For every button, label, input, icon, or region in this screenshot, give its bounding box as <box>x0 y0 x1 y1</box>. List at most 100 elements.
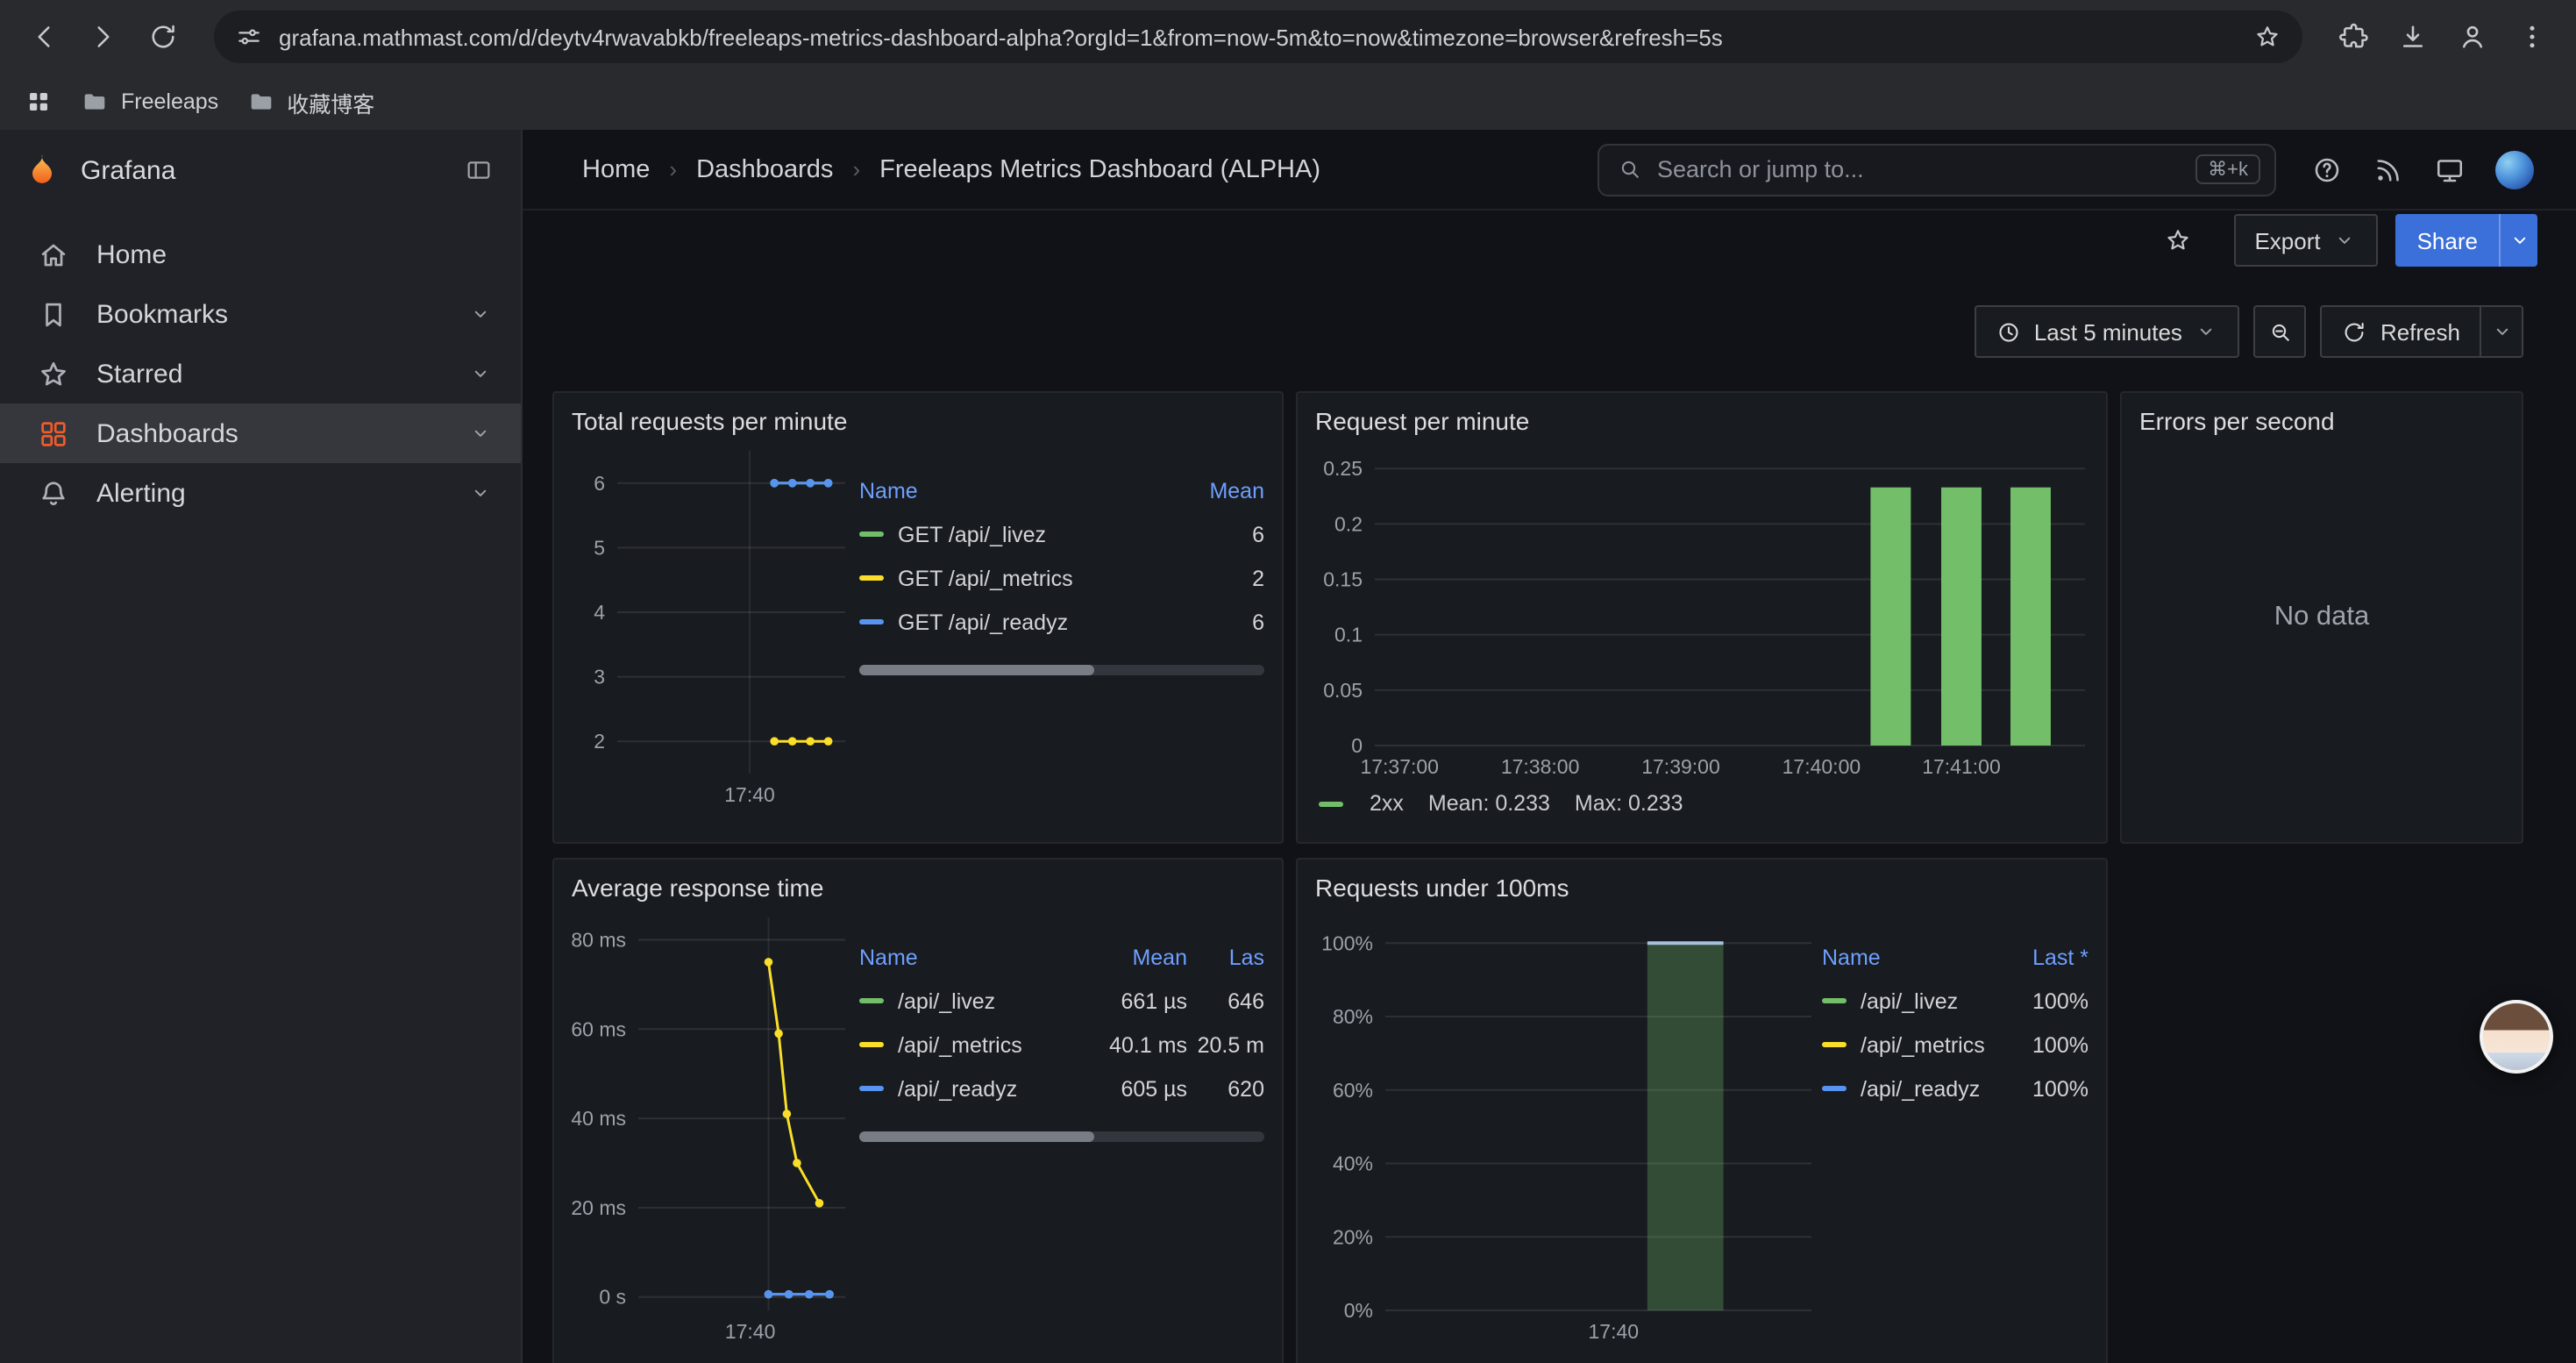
url-text[interactable]: grafana.mathmast.com/d/deytv4rwavabkb/fr… <box>279 24 2238 50</box>
panel-title[interactable]: Average response time <box>572 868 1264 907</box>
sidebar-item-home[interactable]: Home <box>0 225 521 284</box>
series-name: GET /api/_metrics <box>898 566 1073 590</box>
extension-avatar-overlay[interactable] <box>2480 1000 2553 1074</box>
monitor-icon[interactable] <box>2434 153 2466 185</box>
url-bar[interactable]: grafana.mathmast.com/d/deytv4rwavabkb/fr… <box>214 11 2302 63</box>
share-button[interactable]: Share <box>2396 214 2499 267</box>
scrollbar-thumb[interactable] <box>859 1131 1094 1142</box>
panel-title[interactable]: Total requests per minute <box>572 402 1264 440</box>
reload-icon <box>147 21 179 53</box>
legend-stat-mean: Mean: 0.233 <box>1428 791 1550 816</box>
sidebar-item-label: Dashboards <box>96 418 238 448</box>
legend-row[interactable]: GET /api/_readyz6 <box>859 600 1264 644</box>
legend-row[interactable]: /api/_metrics100% <box>1822 1023 2089 1067</box>
series-name: /api/_readyz <box>1861 1076 1980 1101</box>
scrollbar-thumb[interactable] <box>859 665 1094 675</box>
legend-row[interactable]: /api/_livez100% <box>1822 979 2089 1023</box>
bookmark-folder-blogs[interactable]: 收藏博客 <box>246 85 374 118</box>
legend-scrollbar[interactable] <box>859 665 1264 675</box>
svg-text:0.15: 0.15 <box>1323 568 1363 591</box>
refresh-interval-dropdown[interactable] <box>2481 305 2523 358</box>
back-icon <box>28 21 60 53</box>
panel-title[interactable]: Request per minute <box>1315 402 2089 440</box>
bookmark-label: 收藏博客 <box>287 85 374 118</box>
legend-header[interactable]: Name <box>859 478 1159 503</box>
rss-icon[interactable] <box>2373 153 2404 185</box>
extensions-button[interactable] <box>2327 11 2380 63</box>
series-color-swatch <box>1319 801 1343 806</box>
sidebar-item-bookmarks[interactable]: Bookmarks <box>0 284 521 344</box>
share-dropdown-button[interactable] <box>2499 214 2537 267</box>
svg-text:0 s: 0 s <box>599 1286 626 1309</box>
legend-cell: 40.1 ms <box>1078 1032 1187 1057</box>
chevron-down-icon[interactable] <box>468 421 493 446</box>
downloads-button[interactable] <box>2387 11 2439 63</box>
legend-row[interactable]: /api/_readyz605 µs620 <box>859 1067 1264 1110</box>
series-color-swatch <box>859 532 884 537</box>
breadcrumb-home[interactable]: Home <box>582 155 650 183</box>
chevron-down-icon[interactable] <box>468 302 493 326</box>
folder-icon <box>81 88 109 116</box>
sidebar-item-alerting[interactable]: Alerting <box>0 463 521 523</box>
legend-header[interactable]: Name <box>1822 945 1990 969</box>
sidebar-item-label: Alerting <box>96 478 186 508</box>
legend-row[interactable]: /api/_livez661 µs646 <box>859 979 1264 1023</box>
svg-text:60 ms: 60 ms <box>572 1017 626 1040</box>
legend-scrollbar[interactable] <box>859 1131 1264 1142</box>
legend-cell: 20.5 m <box>1187 1032 1264 1057</box>
legend-cell: /api/_readyz <box>1822 1076 1990 1101</box>
legend-stat-max: Max: 0.233 <box>1575 791 1683 816</box>
sidebar-item-starred[interactable]: Starred <box>0 344 521 403</box>
series-name: /api/_metrics <box>898 1032 1022 1057</box>
chevron-down-icon[interactable] <box>468 361 493 386</box>
favorite-star-icon[interactable] <box>2163 226 2191 254</box>
collapse-sidebar-icon[interactable] <box>465 156 493 184</box>
series-color-swatch <box>1822 1042 1847 1047</box>
legend-header[interactable]: Mean <box>1159 478 1264 503</box>
forward-button[interactable] <box>77 11 130 63</box>
export-button[interactable]: Export <box>2233 214 2378 267</box>
time-range-picker[interactable]: Last 5 minutes <box>1975 305 2240 358</box>
bookmark-folder-freeleaps[interactable]: Freeleaps <box>81 88 218 116</box>
apps-grid-icon[interactable] <box>25 88 53 116</box>
legend-table: NameLast * /api/_livez100%/api/_metrics10… <box>1822 935 2089 1349</box>
request-per-minute-chart[interactable]: 0.250.20.150.10.05017:37:0017:38:0017:39… <box>1315 440 2089 784</box>
browser-menu-button[interactable] <box>2506 11 2558 63</box>
legend-row[interactable]: GET /api/_metrics2 <box>859 556 1264 600</box>
average-response-time-chart[interactable]: 80 ms60 ms40 ms20 ms0 s17:40 <box>572 907 849 1349</box>
total-requests-chart[interactable]: 6543217:40 <box>572 440 849 812</box>
breadcrumb-dashboards[interactable]: Dashboards <box>696 155 833 183</box>
legend-header[interactable]: Name <box>859 945 1078 969</box>
legend-inline: 2xx Mean: 0.233 Max: 0.233 <box>1315 791 2089 816</box>
legend-row[interactable]: GET /api/_livez6 <box>859 512 1264 556</box>
sidebar-item-dashboards[interactable]: Dashboards <box>0 403 521 463</box>
help-icon[interactable] <box>2311 153 2343 185</box>
legend-item-2xx[interactable]: 2xx <box>1319 791 1404 816</box>
chevron-down-icon[interactable] <box>468 481 493 505</box>
bookmark-label: Freeleaps <box>121 89 218 114</box>
profile-button[interactable] <box>2446 11 2499 63</box>
panel-request-per-minute: Request per minute 0.250.20.150.10.05017… <box>1296 391 2108 844</box>
grafana-logo[interactable] <box>23 151 61 189</box>
refresh-button[interactable]: Refresh <box>2321 305 2481 358</box>
search-input[interactable] <box>1657 156 2181 182</box>
search-box[interactable]: ⌘+k <box>1598 143 2276 196</box>
svg-text:0.25: 0.25 <box>1323 457 1363 480</box>
svg-text:17:38:00: 17:38:00 <box>1501 755 1580 778</box>
requests-under-100ms-chart[interactable]: 100%80%60%40%20%0%17:40 <box>1315 907 1815 1349</box>
legend-row[interactable]: /api/_metrics 40.1 ms20.5 m <box>859 1023 1264 1067</box>
panel-title[interactable]: Requests under 100ms <box>1315 868 2089 907</box>
reload-button[interactable] <box>137 11 189 63</box>
legend-row[interactable]: /api/_readyz 100% <box>1822 1067 2089 1110</box>
bookmark-star-icon[interactable] <box>2253 23 2281 51</box>
legend-cell: 100% <box>1990 1076 2089 1101</box>
user-avatar[interactable] <box>2495 150 2534 189</box>
legend-cell: 6 <box>1159 610 1264 634</box>
legend-header[interactable]: Last * <box>1990 945 2089 969</box>
svg-text:40%: 40% <box>1333 1152 1373 1175</box>
zoom-out-button[interactable] <box>2254 305 2307 358</box>
legend-header[interactable]: Las <box>1187 945 1264 969</box>
back-button[interactable] <box>18 11 70 63</box>
site-settings-icon[interactable] <box>235 23 263 51</box>
legend-header[interactable]: Mean <box>1078 945 1187 969</box>
